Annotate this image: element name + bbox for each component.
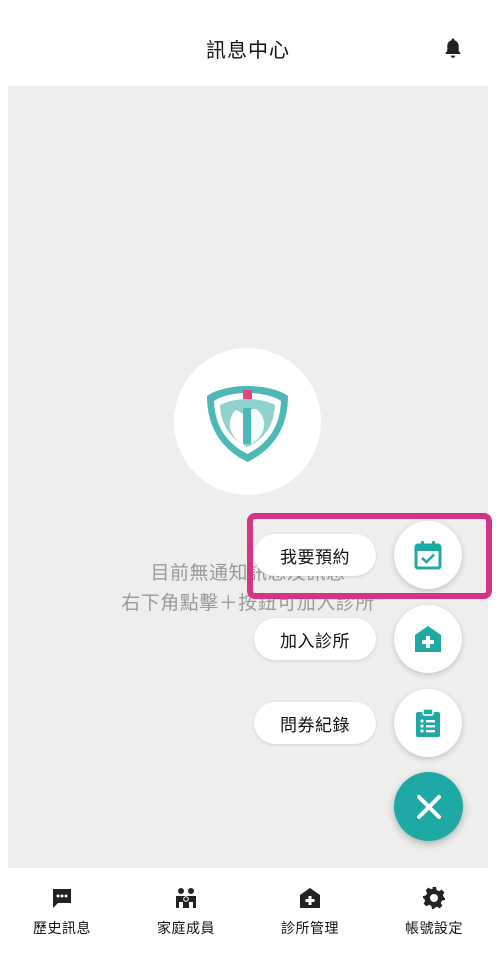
nav-label-clinic: 診所管理 (281, 921, 339, 937)
page-title: 訊息中心 (206, 38, 290, 62)
fab-label-questionnaire[interactable]: 問券紀錄 (254, 702, 376, 744)
shield-logo-icon (207, 386, 288, 462)
bell-icon[interactable] (443, 37, 463, 59)
fab-close-button[interactable] (394, 772, 463, 841)
nav-item-history[interactable]: 歷史訊息 (0, 868, 124, 960)
highlight-box (247, 513, 492, 599)
family-icon (176, 888, 196, 908)
nav-item-clinic[interactable]: 診所管理 (248, 868, 372, 960)
clinic-plus-icon (415, 626, 441, 652)
nav-item-family[interactable]: 家庭成員 (124, 868, 248, 960)
app-header: 訊息中心 (0, 0, 496, 86)
gear-icon (423, 887, 445, 909)
close-icon (416, 794, 441, 819)
nav-item-settings[interactable]: 帳號設定 (372, 868, 496, 960)
clipboard-list-icon (416, 708, 440, 737)
clinic-icon (300, 888, 320, 908)
nav-label-family: 家庭成員 (157, 921, 215, 937)
bottom-nav: 歷史訊息 家庭成員 診所管理 帳號設定 (0, 868, 496, 960)
chat-icon (53, 889, 71, 908)
nav-label-history: 歷史訊息 (33, 921, 91, 937)
fab-label-join-clinic[interactable]: 加入診所 (254, 618, 376, 660)
nav-label-settings: 帳號設定 (405, 921, 463, 937)
questionnaire-button[interactable] (394, 689, 462, 757)
app-logo (174, 348, 321, 495)
join-clinic-button[interactable] (394, 605, 462, 673)
